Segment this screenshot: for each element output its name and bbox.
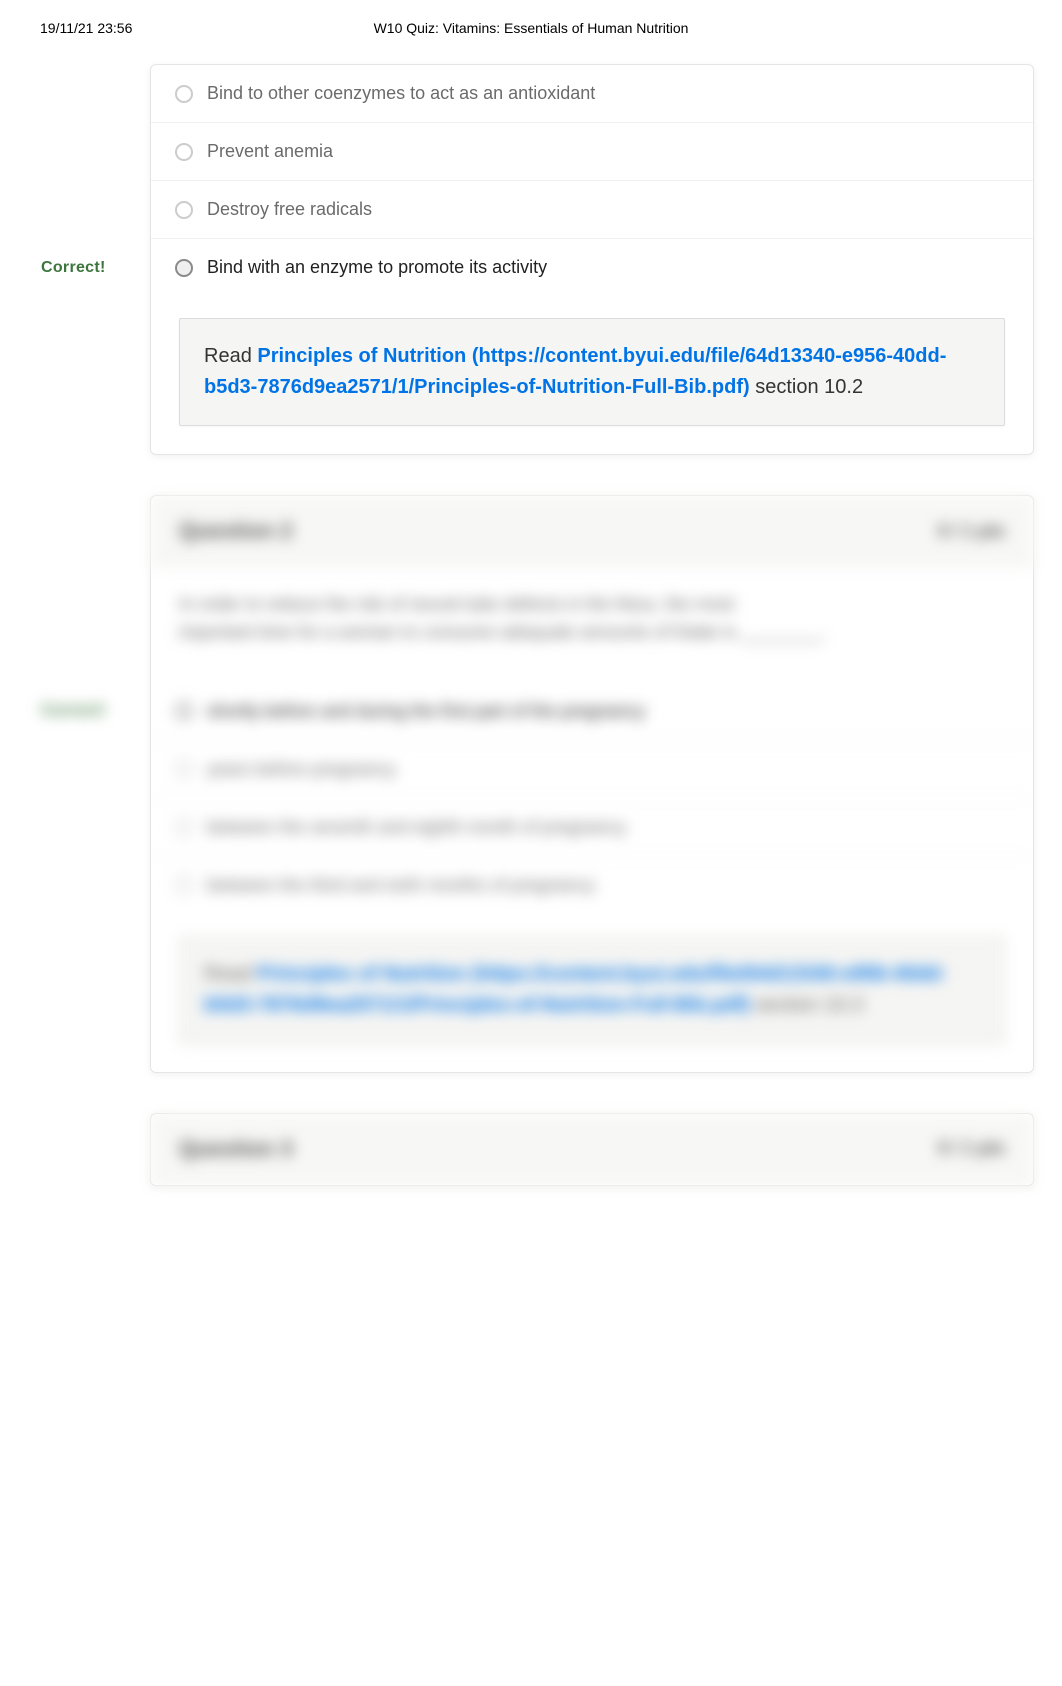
question-card-1: Bind to other coenzymes to act as an ant… <box>150 64 1034 455</box>
question-title: Question 2 <box>179 518 293 544</box>
question-card-3: Question 3 0 / 1 pts <box>150 1113 1034 1186</box>
feedback-suffix: section 10.3 <box>755 994 863 1016</box>
feedback-prefix: Read <box>204 345 252 367</box>
question-title: Question 3 <box>179 1136 293 1162</box>
radio-unchecked-icon <box>175 760 193 778</box>
answer-list: Correct! shortly before and during the f… <box>151 683 1033 922</box>
feedback-prefix: Read <box>204 963 252 985</box>
stem-line: In order to reduce the risk of neural tu… <box>179 594 734 614</box>
page-content: Bind to other coenzymes to act as an ant… <box>0 64 1062 1266</box>
answer-text: shortly before and during the first part… <box>207 701 645 722</box>
radio-unchecked-icon <box>175 201 193 219</box>
print-datetime: 19/11/21 23:56 <box>40 20 180 36</box>
radio-unchecked-icon <box>175 876 193 894</box>
answer-option-selected[interactable]: Correct! Bind with an enzyme to promote … <box>151 238 1033 296</box>
radio-checked-icon <box>175 702 193 720</box>
radio-unchecked-icon <box>175 85 193 103</box>
answer-list: Bind to other coenzymes to act as an ant… <box>151 65 1033 304</box>
feedback-box: Read Principles of Nutrition (https://co… <box>179 318 1005 426</box>
question-card-2: Question 2 0 / 1 pts In order to reduce … <box>150 495 1034 1073</box>
print-header: 19/11/21 23:56 W10 Quiz: Vitamins: Essen… <box>0 0 1062 46</box>
question-header: Question 2 0 / 1 pts <box>151 496 1033 567</box>
answer-option[interactable]: Bind to other coenzymes to act as an ant… <box>151 65 1033 122</box>
answer-option[interactable]: years before pregnancy <box>151 740 1033 798</box>
stem-line: important time for a woman to consume ad… <box>179 622 826 642</box>
answer-option[interactable]: Prevent anemia <box>151 122 1033 180</box>
question-header: Question 3 0 / 1 pts <box>151 1114 1033 1185</box>
print-title: W10 Quiz: Vitamins: Essentials of Human … <box>180 20 882 36</box>
answer-text: Destroy free radicals <box>207 199 372 220</box>
question-stem: In order to reduce the risk of neural tu… <box>151 567 1033 683</box>
answer-text: years before pregnancy <box>207 759 396 780</box>
correct-label: Correct! <box>41 702 106 720</box>
answer-option[interactable]: between the third and sixth months of pr… <box>151 856 1033 914</box>
answer-option[interactable]: between the seventh and eighth month of … <box>151 798 1033 856</box>
answer-text: Prevent anemia <box>207 141 333 162</box>
radio-checked-icon <box>175 259 193 277</box>
radio-unchecked-icon <box>175 818 193 836</box>
feedback-link[interactable]: Principles of Nutrition (https://content… <box>204 963 946 1016</box>
question-points: 0 / 1 pts <box>938 1138 1005 1159</box>
correct-label: Correct! <box>41 259 106 277</box>
answer-option-selected[interactable]: Correct! shortly before and during the f… <box>151 683 1033 740</box>
feedback-box: Read Principles of Nutrition (https://co… <box>179 936 1005 1044</box>
answer-text: Bind to other coenzymes to act as an ant… <box>207 83 595 104</box>
answer-option[interactable]: Destroy free radicals <box>151 180 1033 238</box>
answer-text: between the third and sixth months of pr… <box>207 875 595 896</box>
answer-text: Bind with an enzyme to promote its activ… <box>207 257 547 278</box>
feedback-suffix: section 10.2 <box>755 376 863 398</box>
radio-unchecked-icon <box>175 143 193 161</box>
question-points: 0 / 1 pts <box>938 521 1005 542</box>
answer-text: between the seventh and eighth month of … <box>207 817 626 838</box>
